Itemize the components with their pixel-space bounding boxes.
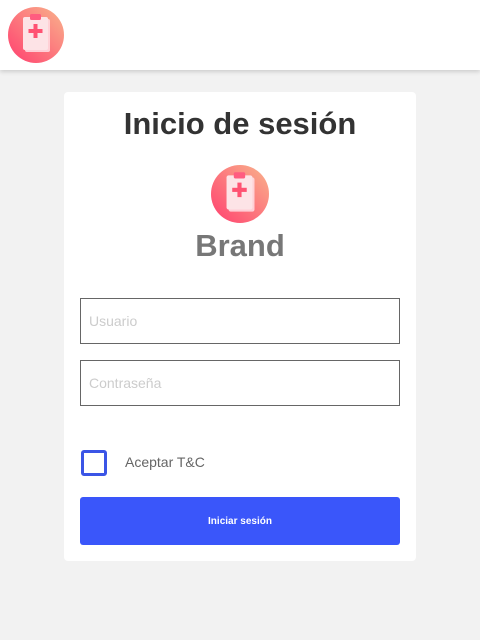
medical-clipboard-icon (211, 165, 269, 223)
login-card: Inicio de sesión Brand Aceptar T&C Inici… (64, 92, 416, 561)
top-bar (0, 0, 480, 70)
brand-name: Brand (195, 228, 285, 263)
page-title: Inicio de sesión (123, 106, 357, 141)
password-input[interactable] (80, 360, 400, 406)
login-button[interactable]: Iniciar sesión (80, 497, 400, 545)
username-input[interactable] (80, 298, 400, 344)
terms-checkbox[interactable] (81, 450, 107, 476)
medical-clipboard-icon[interactable] (8, 7, 64, 63)
terms-label: Aceptar T&C (125, 454, 205, 470)
